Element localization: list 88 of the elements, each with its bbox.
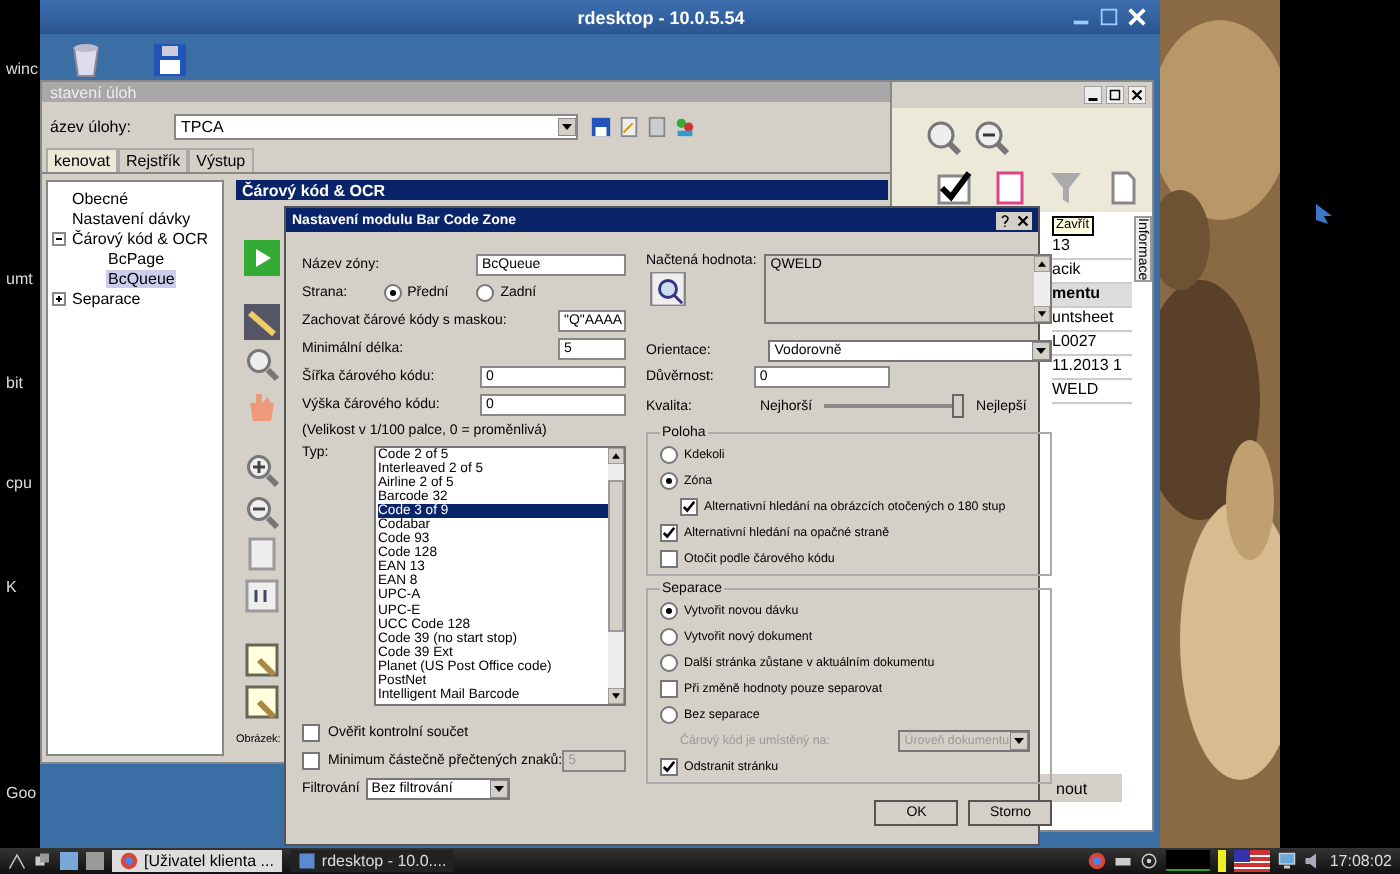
zoom-out-icon[interactable] <box>972 120 1012 156</box>
zoom-icon[interactable] <box>242 346 282 382</box>
task-name-combo[interactable]: TPCA <box>174 114 579 140</box>
save-icon[interactable] <box>590 116 613 138</box>
column-header: mentu <box>1052 284 1132 308</box>
collapse-icon[interactable] <box>52 231 66 245</box>
close-icon[interactable] <box>1128 86 1146 104</box>
desktop-icon-label[interactable]: cpu <box>6 474 32 492</box>
help-icon[interactable] <box>996 211 1014 229</box>
mouse-cursor-icon <box>1316 204 1332 224</box>
table-cell: WELD <box>1052 380 1132 404</box>
taskbar-button[interactable]: [Uživatel klienta ... <box>112 850 282 872</box>
zoom-page-icon[interactable] <box>242 642 282 678</box>
minimize-icon[interactable] <box>1084 86 1102 104</box>
check-icon[interactable] <box>934 170 974 206</box>
scroll-thumb[interactable] <box>608 480 624 632</box>
cpu-graph-icon <box>1165 850 1210 872</box>
people-icon[interactable] <box>674 116 697 138</box>
start-menu-icon[interactable] <box>8 852 26 870</box>
scroll-down-icon[interactable] <box>608 688 624 704</box>
radio-button[interactable] <box>383 283 402 301</box>
checkbox[interactable] <box>660 523 678 541</box>
checkbox[interactable] <box>660 679 678 697</box>
zoom-in-icon[interactable] <box>242 452 282 488</box>
radio-button[interactable] <box>660 705 678 723</box>
tree-item[interactable]: Obecné <box>70 189 131 207</box>
tree-item[interactable]: Čárový kód & OCR <box>70 229 211 247</box>
dropdown-arrow-icon[interactable] <box>489 779 508 797</box>
taskbar-button[interactable]: rdesktop - 10.0.... <box>289 850 455 872</box>
desktop-icon-label[interactable]: Goo <box>6 784 37 802</box>
scroll-down-icon[interactable] <box>1034 306 1051 322</box>
dropdown-arrow-icon[interactable] <box>558 118 577 136</box>
desktop-icon-label[interactable]: bit <box>6 374 23 392</box>
status-text: nout <box>1056 779 1088 797</box>
desktop-icon-label[interactable]: umt <box>6 270 33 288</box>
table-cell: 13 <box>1052 236 1132 260</box>
tab[interactable]: kenovat <box>46 148 119 172</box>
windows-icon[interactable] <box>34 852 52 870</box>
barcode-type-list[interactable] <box>374 446 626 706</box>
tree-item[interactable]: Separace <box>70 289 143 307</box>
pencil-icon[interactable] <box>242 304 282 340</box>
tab[interactable]: Výstup <box>188 148 254 172</box>
magnifier-icon[interactable] <box>650 272 686 306</box>
table-cell: 11.2013 1 <box>1052 356 1132 380</box>
radio-button[interactable] <box>660 601 678 619</box>
play-icon[interactable] <box>242 240 282 276</box>
zoom-in-icon[interactable] <box>924 120 964 156</box>
keyboard-icon[interactable] <box>1113 852 1132 870</box>
close-icon[interactable] <box>1014 211 1032 229</box>
zoom-out-icon[interactable] <box>242 494 282 530</box>
scroll-up-icon[interactable] <box>1034 256 1051 272</box>
scroll-up-icon[interactable] <box>608 448 624 464</box>
network-icon[interactable] <box>1139 852 1158 870</box>
flag-icon[interactable] <box>1233 850 1270 872</box>
desktop-icon-label[interactable]: winc <box>6 60 39 78</box>
checkbox[interactable] <box>660 757 678 775</box>
slider-thumb[interactable] <box>952 394 965 418</box>
field-label: ázev úlohy: <box>50 118 131 136</box>
radio-button[interactable] <box>660 471 678 489</box>
checkbox[interactable] <box>660 549 678 567</box>
computer-network-icon[interactable] <box>1277 852 1296 870</box>
battery-icon <box>1217 850 1226 872</box>
tree-item[interactable]: Nastavení dávky <box>70 209 193 227</box>
zoom-page-icon[interactable] <box>242 684 282 720</box>
document-icon[interactable] <box>618 116 641 138</box>
tree-item[interactable]: BcPage <box>106 249 167 267</box>
radio-button[interactable] <box>660 627 678 645</box>
tree-item[interactable]: BcQueue <box>106 269 177 287</box>
clock: 17:08:02 <box>1329 852 1392 870</box>
dropdown-arrow-icon[interactable] <box>1010 731 1029 749</box>
desktop-icon-label[interactable]: K <box>6 578 17 596</box>
browser-icon <box>120 852 138 870</box>
dropdown-arrow-icon[interactable] <box>1032 341 1051 359</box>
expand-icon[interactable] <box>52 291 66 305</box>
maximize-icon[interactable] <box>1106 86 1124 104</box>
panel-title: Čárový kód & OCR <box>236 180 888 200</box>
radio-button[interactable] <box>476 283 495 301</box>
checkbox[interactable] <box>302 723 320 741</box>
window-title: stavení úloh <box>50 83 139 101</box>
radio-button[interactable] <box>660 445 678 463</box>
radio-button[interactable] <box>660 653 678 671</box>
checkbox[interactable] <box>680 497 698 515</box>
tab[interactable]: Rejstřík <box>118 148 189 172</box>
recycle-bin-icon[interactable] <box>70 42 102 78</box>
window-icon <box>297 852 316 870</box>
browser-icon[interactable] <box>1087 852 1106 870</box>
volume-icon[interactable] <box>1303 852 1322 870</box>
window-title: rdesktop - 10.0.5.54 <box>575 7 745 27</box>
